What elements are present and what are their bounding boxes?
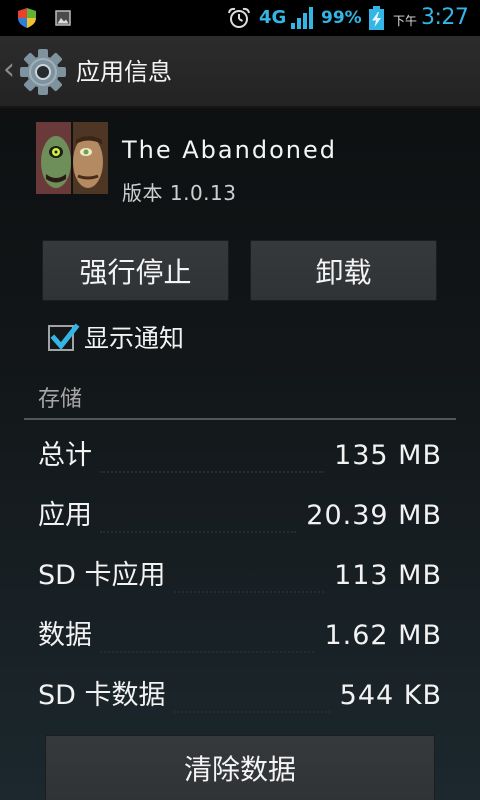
dotted-leader [100, 651, 315, 653]
dotted-leader [173, 711, 330, 713]
section-divider [24, 418, 456, 420]
check-icon [50, 323, 80, 350]
app-name: The Abandoned [122, 136, 337, 164]
signal-icon [291, 7, 313, 29]
settings-gear-icon [20, 49, 66, 95]
signal-bar-3 [303, 13, 307, 29]
image-icon [55, 10, 71, 26]
storage-value: 1.62 MB [324, 619, 442, 651]
storage-value: 544 KB [339, 679, 442, 711]
storage-label: 总计 [38, 439, 92, 471]
show-notifications-toggle[interactable]: 显示通知 [40, 318, 270, 358]
chevron-left-icon: ‹ [3, 52, 15, 87]
storage-row-total: 总计 135 MB [38, 425, 442, 485]
dotted-leader [100, 531, 297, 533]
storage-label: 应用 [38, 499, 92, 531]
battery-charging-icon [369, 6, 384, 30]
signal-bar-4 [309, 7, 313, 29]
storage-row-app: 应用 20.39 MB [38, 485, 442, 545]
signal-bar-2 [297, 18, 301, 29]
app-version: 版本 1.0.13 [122, 181, 237, 205]
uninstall-button[interactable]: 卸载 [250, 240, 437, 301]
time-period: 下午 [393, 14, 418, 28]
shield-icon [18, 8, 36, 28]
storage-value: 135 MB [334, 439, 442, 471]
storage-row-sd-app: SD 卡应用 113 MB [38, 545, 442, 605]
dotted-leader [100, 471, 325, 473]
network-type: 4G [259, 7, 287, 28]
clock: 3:27 [421, 5, 469, 30]
storage-row-sd-data: SD 卡数据 544 KB [38, 665, 442, 725]
signal-bar-1 [291, 23, 295, 29]
up-button[interactable]: ‹ 应用信息 [0, 36, 200, 106]
show-notifications-checkbox[interactable] [48, 323, 80, 351]
storage-label: SD 卡数据 [38, 679, 166, 711]
page-title: 应用信息 [76, 58, 172, 86]
storage-section-header: 存储 [38, 387, 83, 412]
force-stop-button[interactable]: 强行停止 [42, 240, 229, 301]
storage-label: 数据 [38, 619, 92, 651]
storage-value: 20.39 MB [306, 499, 442, 531]
storage-row-data: 数据 1.62 MB [38, 605, 442, 665]
alarm-clock-icon [228, 7, 250, 28]
app-icon [36, 122, 108, 194]
storage-label: SD 卡应用 [38, 559, 166, 591]
clear-data-button[interactable]: 清除数据 [45, 735, 435, 800]
storage-value: 113 MB [334, 559, 442, 591]
battery-percent: 99% [321, 8, 362, 28]
show-notifications-label: 显示通知 [84, 323, 185, 353]
storage-list: 总计 135 MB 应用 20.39 MB SD 卡应用 113 MB 数据 1… [38, 425, 442, 725]
status-bar: 4G 99% 下午 3:27 [0, 0, 480, 36]
action-bar: ‹ 应用信息 [0, 36, 480, 108]
dotted-leader [173, 591, 325, 593]
